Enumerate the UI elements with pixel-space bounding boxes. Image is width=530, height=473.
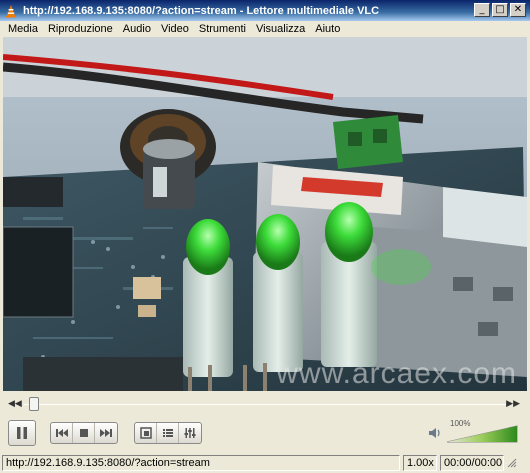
menu-media[interactable]: Media (3, 23, 43, 35)
playlist-button[interactable] (157, 423, 179, 443)
fullscreen-button[interactable] (135, 423, 157, 443)
playback-time[interactable]: 00:00/00:00 (440, 454, 504, 471)
window-title: http://192.168.9.135:8080/?action=stream… (23, 4, 380, 17)
title-bar: http://192.168.9.135:8080/?action=stream… (0, 0, 530, 21)
led-1 (183, 219, 233, 377)
forward-arrow-icon[interactable]: ▶▶ (506, 398, 520, 409)
close-button[interactable]: ✕ (510, 3, 526, 17)
watermark-text: www.arcaex.com (276, 357, 517, 390)
pause-button[interactable] (8, 420, 36, 446)
seek-bar[interactable]: ◀◀ ▶▶ (0, 395, 530, 413)
maximize-button[interactable]: □ (492, 3, 508, 17)
menu-visualizza[interactable]: Visualizza (251, 23, 310, 35)
seek-track[interactable] (24, 404, 508, 405)
playlist-icon (162, 429, 173, 437)
resize-grip-icon[interactable] (507, 458, 517, 468)
rewind-arrow-icon[interactable]: ◀◀ (8, 398, 22, 409)
vlc-cone-icon (3, 3, 19, 19)
menu-aiuto[interactable]: Aiuto (310, 23, 345, 35)
status-url: http://192.168.9.135:8080/?action=stream (2, 454, 400, 471)
volume-slider[interactable] (446, 425, 518, 443)
menu-riproduzione[interactable]: Riproduzione (43, 23, 118, 35)
menu-video[interactable]: Video (156, 23, 194, 35)
menu-audio[interactable]: Audio (118, 23, 156, 35)
playback-group (50, 422, 118, 444)
control-bar: 100% (0, 419, 530, 449)
extended-settings-button[interactable] (179, 423, 201, 443)
led-3 (321, 202, 377, 367)
previous-button[interactable] (51, 423, 73, 443)
seek-handle[interactable] (28, 397, 39, 411)
previous-icon (55, 429, 68, 437)
video-frame-image (3, 37, 527, 391)
volume-control[interactable]: 100% (428, 419, 520, 447)
led-2 (253, 214, 303, 372)
speaker-icon[interactable] (428, 427, 442, 439)
next-button[interactable] (95, 423, 117, 443)
extended-settings-icon (184, 428, 196, 438)
playback-speed[interactable]: 1.00x (403, 454, 437, 471)
menu-bar: Media Riproduzione Audio Video Strumenti… (0, 21, 530, 37)
menu-strumenti[interactable]: Strumenti (194, 23, 251, 35)
stop-button[interactable] (73, 423, 95, 443)
fullscreen-icon (139, 427, 152, 439)
next-icon (100, 429, 112, 437)
status-bar: http://192.168.9.135:8080/?action=stream… (0, 452, 530, 473)
video-area[interactable]: www.arcaex.com (3, 37, 527, 391)
view-group (134, 422, 202, 444)
minimize-button[interactable]: _ (474, 3, 490, 17)
pause-icon (17, 427, 27, 439)
stop-icon (79, 429, 88, 437)
